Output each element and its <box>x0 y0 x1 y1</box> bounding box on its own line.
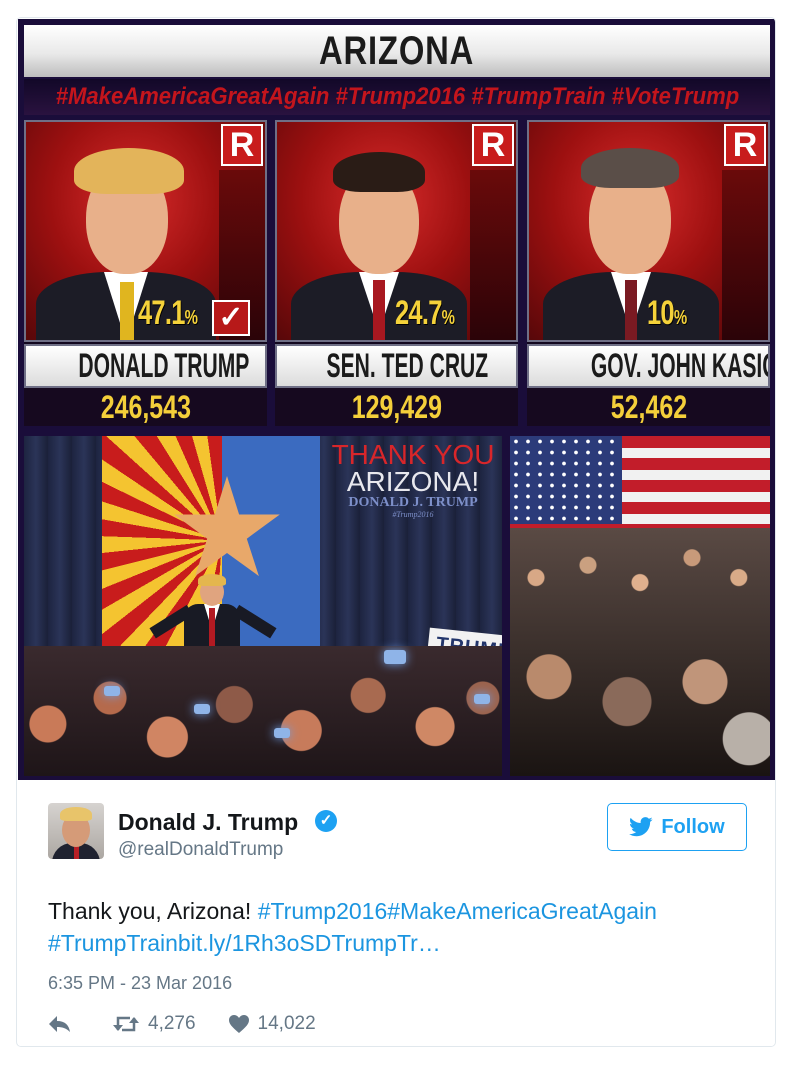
display-name[interactable]: Donald J. Trump <box>118 809 298 836</box>
candidate-card-kasich: R 10% GOV. JOHN KASICH 52,462 <box>527 120 770 426</box>
retweet-button[interactable]: 4,276 <box>112 1013 196 1035</box>
crowd <box>510 528 770 776</box>
candidate-percent: 24.7% <box>395 294 455 332</box>
like-button[interactable]: 14,022 <box>228 1013 316 1035</box>
tweet-hashtag-link[interactable]: #TrumpTrainbit.ly/1Rh3oSDTrumpTr… <box>48 930 441 956</box>
tweet-body: Donald J. Trump ✓ @realDonaldTrump Follo… <box>18 781 775 1046</box>
tweet-actions: 4,276 14,022 <box>48 1013 348 1035</box>
tweet-hashtag-link[interactable]: #Trump2016#MakeAmericaGreatAgain <box>258 898 657 924</box>
candidate-percent: 10% <box>647 294 687 332</box>
arizona-line: ARIZONA! <box>346 466 480 497</box>
candidate-photo: R 10% <box>527 120 770 342</box>
user-handle[interactable]: @realDonaldTrump <box>118 839 283 861</box>
follow-button[interactable]: Follow <box>607 803 747 851</box>
avatar[interactable] <box>48 803 104 859</box>
candidate-percent: 47.1% <box>138 294 198 332</box>
tweet-timestamp[interactable]: 6:35 PM - 23 Mar 2016 <box>48 973 232 994</box>
retweet-count: 4,276 <box>148 1013 196 1034</box>
candidate-card-cruz: R 24.7% SEN. TED CRUZ 129,429 <box>275 120 518 426</box>
tweet-text: Thank you, Arizona! #Trump2016#MakeAmeri… <box>48 895 748 959</box>
candidate-votes: 52,462 <box>527 388 770 426</box>
candidate-name: DONALD TRUMP <box>24 344 267 388</box>
retweet-icon <box>113 1016 139 1032</box>
rally-photo-stage: THANK YOU ARIZONA! DONALD J. TRUMP #Trum… <box>24 436 502 776</box>
like-count: 14,022 <box>257 1013 316 1034</box>
party-badge: R <box>472 124 514 166</box>
candidate-name: SEN. TED CRUZ <box>275 344 518 388</box>
overlay-hashtag: #Trump2016 <box>392 510 434 519</box>
hashtag-bar: #MakeAmericaGreatAgain #Trump2016 #Trump… <box>24 79 770 115</box>
candidate-name: GOV. JOHN KASICH <box>527 344 770 388</box>
candidate-photo: R 47.1% ✓ <box>24 120 267 342</box>
follow-button-label: Follow <box>661 815 725 838</box>
thank-you-overlay: THANK YOU ARIZONA! DONALD J. TRUMP #Trum… <box>324 439 502 520</box>
tweet-media-image[interactable]: ARIZONA #MakeAmericaGreatAgain #Trump201… <box>18 19 775 780</box>
banner-title: ARIZONA <box>319 29 475 73</box>
party-badge: R <box>724 124 766 166</box>
reply-button[interactable] <box>48 1015 80 1033</box>
reply-icon <box>49 1016 70 1032</box>
verified-badge-icon: ✓ <box>315 810 337 832</box>
party-badge: R <box>221 124 263 166</box>
twitter-bird-icon <box>629 817 653 837</box>
tweet-card: ARIZONA #MakeAmericaGreatAgain #Trump201… <box>16 17 776 1047</box>
candidate-photo: R 24.7% <box>275 120 518 342</box>
tweet-text-plain: Thank you, Arizona! <box>48 898 258 924</box>
thank-you-line: THANK YOU <box>331 439 495 470</box>
candidate-votes: 246,543 <box>24 388 267 426</box>
candidate-card-trump: R 47.1% ✓ DONALD TRUMP 246,543 <box>24 120 267 426</box>
candidate-votes: 129,429 <box>275 388 518 426</box>
crowd <box>24 646 502 776</box>
heart-icon <box>228 1015 249 1033</box>
rally-photo-crowd <box>510 436 770 776</box>
hashtag-bar-text: #MakeAmericaGreatAgain #Trump2016 #Trump… <box>55 83 739 110</box>
banner: ARIZONA <box>24 25 770 77</box>
signature-line: DONALD J. TRUMP <box>348 495 478 510</box>
checkmark-icon: ✓ <box>212 300 250 336</box>
